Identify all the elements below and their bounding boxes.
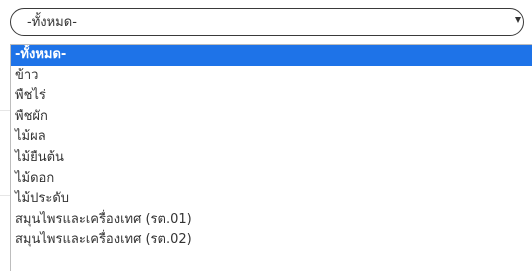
select-value: -ทั้งหมด-: [27, 15, 77, 30]
dropdown-option-vegetables[interactable]: พืชผัก: [11, 107, 532, 128]
category-dropdown-list[interactable]: -ทั้งหมด- ข้าว พืชไร่ พืชผัก ไม้ผล ไม้ยื…: [10, 44, 532, 271]
dropdown-option-all[interactable]: -ทั้งหมด-: [11, 45, 532, 66]
category-select[interactable]: -ทั้งหมด-: [10, 8, 524, 36]
dropdown-option-herbs-spices-rt02[interactable]: สมุนไพรและเครื่องเทศ (รต.02): [11, 230, 532, 251]
dropdown-option-rice[interactable]: ข้าว: [11, 66, 532, 87]
dropdown-option-flowers[interactable]: ไม้ดอก: [11, 169, 532, 190]
dropdown-option-ornamental-plants[interactable]: ไม้ประดับ: [11, 189, 532, 210]
background-divider: [0, 195, 10, 196]
dropdown-option-perennial-trees[interactable]: ไม้ยืนต้น: [11, 148, 532, 169]
background-divider: [0, 110, 10, 111]
dropdown-option-fruit-trees[interactable]: ไม้ผล: [11, 127, 532, 148]
dropdown-option-field-crops[interactable]: พืชไร่: [11, 86, 532, 107]
dropdown-option-herbs-spices-rt01[interactable]: สมุนไพรและเครื่องเทศ (รต.01): [11, 210, 532, 231]
chevron-down-icon[interactable]: [515, 17, 521, 23]
